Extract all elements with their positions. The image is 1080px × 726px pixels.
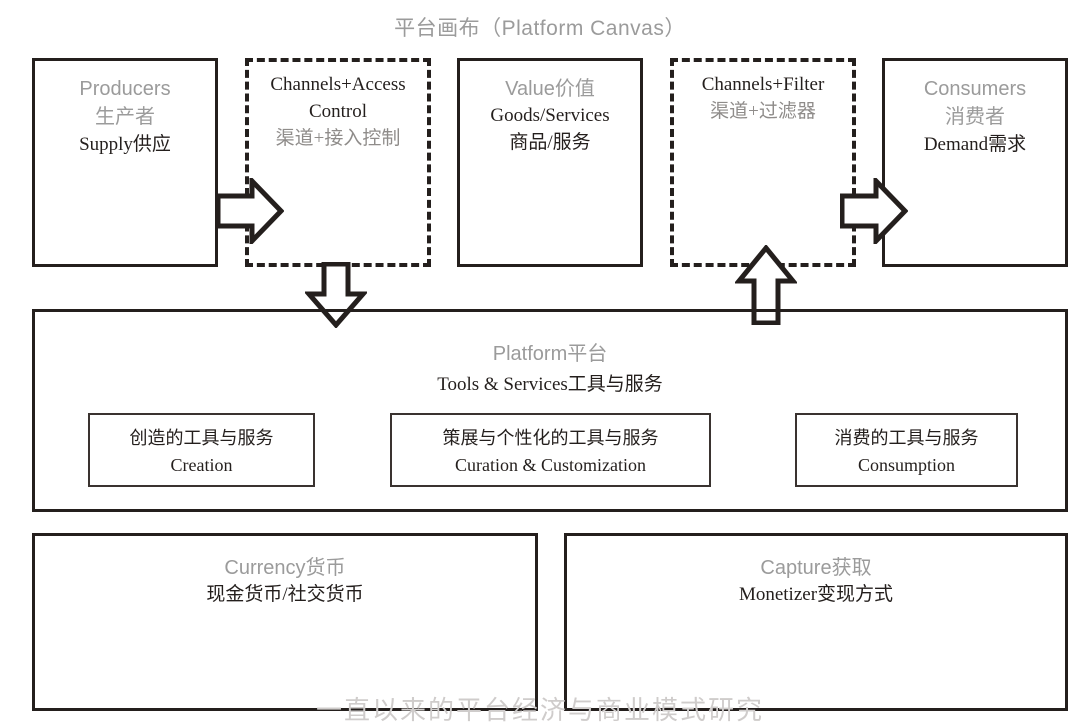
box-channels-filter-line-2: 渠道+过滤器 (710, 100, 816, 122)
box-platform-tool-creation[interactable]: 创造的工具与服务 Creation (88, 413, 315, 487)
box-consumers-line-3: Demand需求 (923, 133, 1027, 155)
box-consumers-text: Consumers 消费者 Demand需求 (885, 75, 1065, 159)
curation-label-cn: 策展与个性化的工具与服务 (442, 428, 659, 448)
box-currency[interactable]: Currency货币 现金货币/社交货币 (32, 533, 538, 711)
creation-label-cn: 创造的工具与服务 (129, 428, 274, 448)
box-platform-tool-curation[interactable]: 策展与个性化的工具与服务 Curation & Customization (390, 413, 711, 487)
box-producers-line-2: 生产者 (95, 106, 155, 129)
box-channels-access-line-2: Control (308, 100, 368, 122)
box-channels-access-line-3: 渠道+接入控制 (275, 127, 401, 149)
box-platform-tool-curation-text: 策展与个性化的工具与服务 Curation & Customization (392, 425, 709, 479)
box-capture-text: Capture获取 Monetizer变现方式 (567, 554, 1065, 609)
box-value-text: Value价值 Goods/Services 商品/服务 (460, 75, 640, 157)
consumption-label-cn: 消费的工具与服务 (834, 428, 979, 448)
box-value-line-1: Value价值 (505, 78, 595, 100)
box-channels-filter[interactable]: Channels+Filter 渠道+过滤器 (670, 58, 856, 267)
box-channels-access-line-1: Channels+Access (270, 74, 406, 95)
box-producers[interactable]: Producers 生产者 Supply供应 (32, 58, 218, 267)
consumption-label-en: Consumption (857, 455, 955, 475)
capture-detail: Monetizer变现方式 (738, 584, 894, 606)
page-title: 平台画布（Platform Canvas） (394, 17, 686, 40)
box-consumers[interactable]: Consumers 消费者 Demand需求 (882, 58, 1068, 267)
creation-label-en: Creation (170, 455, 233, 475)
capture-heading: Capture获取 (760, 557, 872, 579)
box-producers-line-3: Supply供应 (79, 133, 171, 155)
platform-heading-cn: Platform平台 (492, 343, 608, 365)
currency-heading: Currency货币 (224, 557, 346, 579)
arrow-producers-to-channels-access (216, 178, 284, 244)
currency-detail: 现金货币/社交货币 (206, 584, 364, 606)
box-channels-filter-line-1: Channels+Filter (701, 74, 825, 95)
box-currency-text: Currency货币 现金货币/社交货币 (35, 554, 535, 609)
box-channels-filter-text: Channels+Filter 渠道+过滤器 (674, 72, 852, 126)
box-value-line-2: Goods/Services (490, 105, 610, 127)
box-producers-text: Producers 生产者 Supply供应 (35, 75, 215, 159)
platform-heading-group: Platform平台 Tools & Services工具与服务 (35, 339, 1065, 399)
box-consumers-line-2: 消费者 (945, 106, 1005, 129)
box-platform-tool-consumption[interactable]: 消费的工具与服务 Consumption (795, 413, 1018, 487)
box-producers-line-1: Producers (79, 78, 171, 100)
box-capture[interactable]: Capture获取 Monetizer变现方式 (564, 533, 1068, 711)
box-platform-tool-consumption-text: 消费的工具与服务 Consumption (797, 425, 1016, 479)
box-consumers-line-1: Consumers (923, 78, 1027, 100)
arrow-channels-filter-to-consumers (840, 178, 908, 244)
box-platform-tool-creation-text: 创造的工具与服务 Creation (90, 425, 313, 479)
box-value-line-3: 商品/服务 (509, 132, 591, 154)
curation-label-en: Curation & Customization (455, 455, 646, 475)
box-platform[interactable]: Platform平台 Tools & Services工具与服务 创造的工具与服… (32, 309, 1068, 512)
platform-heading-en: Tools & Services工具与服务 (437, 374, 663, 395)
box-channels-access-control-text: Channels+Access Control 渠道+接入控制 (249, 72, 427, 153)
box-value[interactable]: Value价值 Goods/Services 商品/服务 (457, 58, 643, 267)
platform-canvas-diagram: 平台画布（Platform Canvas） Producers 生产者 Supp… (0, 0, 1080, 726)
